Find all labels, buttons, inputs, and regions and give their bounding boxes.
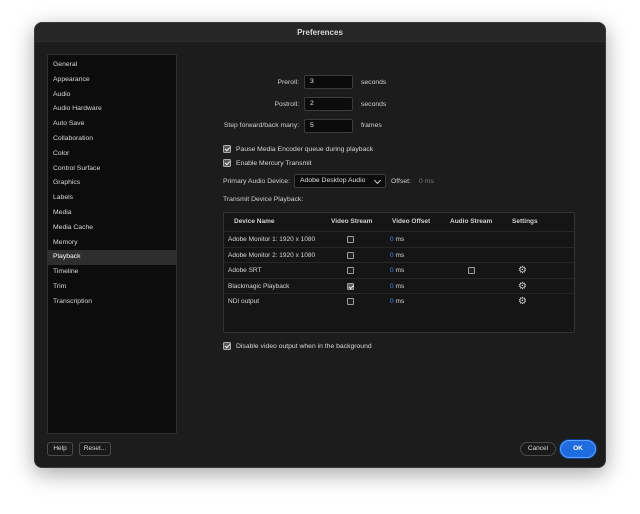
sidebar-item[interactable]: Appearance <box>48 73 176 88</box>
sidebar-item[interactable]: Timeline <box>48 265 176 280</box>
offset-label: Offset: <box>391 178 411 185</box>
device-name: NDI output <box>228 298 260 305</box>
postroll-unit: seconds <box>361 101 387 108</box>
disable-background-option[interactable]: Disable video output when in the backgro… <box>223 342 372 350</box>
video-offset[interactable]: 0 ms <box>390 248 404 263</box>
offset-value: 0 ms <box>419 178 434 185</box>
preferences-sidebar: General Appearance Audio Audio Hardware Auto… <box>47 54 177 434</box>
video-stream-checkbox[interactable] <box>347 298 354 305</box>
step-input[interactable]: 5 <box>304 119 353 133</box>
mercury-transmit-label: Enable Mercury Transmit <box>236 159 312 167</box>
gear-icon[interactable]: ⚙ <box>518 295 527 308</box>
preroll-input[interactable]: 3 <box>304 75 353 89</box>
col-settings: Settings <box>512 218 538 225</box>
mercury-transmit-checkbox[interactable] <box>223 159 231 167</box>
table-row: Blackmagic Playback 0 ms ⚙ <box>224 277 574 294</box>
video-offset-value[interactable]: 0 <box>390 298 394 305</box>
pause-encoder-option[interactable]: Pause Media Encoder queue during playbac… <box>223 145 373 153</box>
video-offset-value[interactable]: 0 <box>390 236 394 243</box>
table-header: Device Name Video Stream Video Offset Au… <box>224 213 574 231</box>
playback-panel: Preroll: 3 seconds Postroll: 2 seconds S… <box>190 54 600 434</box>
table-row: Adobe SRT 0 ms ⚙ <box>224 262 574 278</box>
col-audio-stream: Audio Stream <box>450 218 493 225</box>
video-offset-value[interactable]: 0 <box>390 283 394 290</box>
sidebar-item[interactable]: Media <box>48 206 176 221</box>
col-device-name: Device Name <box>234 218 275 225</box>
sidebar-item[interactable]: Control Surface <box>48 162 176 177</box>
video-offset[interactable]: 0 ms <box>390 294 404 309</box>
audio-device-label: Primary Audio Device: <box>223 178 290 185</box>
video-offset-unit: ms <box>395 236 405 243</box>
sidebar-item[interactable]: Labels <box>48 191 176 206</box>
video-offset-unit: ms <box>395 267 405 274</box>
sidebar-item[interactable]: Color <box>48 147 176 162</box>
video-offset[interactable]: 0 ms <box>390 232 404 247</box>
cancel-button[interactable]: Cancel <box>520 442 556 456</box>
disable-background-checkbox[interactable] <box>223 342 231 350</box>
col-video-stream: Video Stream <box>331 218 373 225</box>
sidebar-item[interactable]: Audio Hardware <box>48 102 176 117</box>
pause-encoder-label: Pause Media Encoder queue during playbac… <box>236 145 374 153</box>
audio-device-select[interactable]: Adobe Desktop Audio <box>294 174 386 188</box>
audio-device-value: Adobe Desktop Audio <box>300 177 366 184</box>
video-stream-checkbox[interactable] <box>347 282 354 290</box>
preroll-unit: seconds <box>361 79 387 86</box>
sidebar-item[interactable]: Transcription <box>48 295 176 310</box>
video-offset[interactable]: 0 ms <box>390 279 404 294</box>
postroll-label: Postroll: <box>274 101 299 108</box>
col-video-offset: Video Offset <box>392 218 431 225</box>
step-label: Step forward/back many: <box>223 122 299 129</box>
audio-stream-checkbox[interactable] <box>468 267 475 274</box>
sidebar-item[interactable]: Graphics <box>48 176 176 191</box>
sidebar-item[interactable]: Audio <box>48 88 176 103</box>
postroll-input[interactable]: 2 <box>304 97 353 111</box>
device-name: Adobe Monitor 2: 1920 x 1080 <box>228 251 316 259</box>
sidebar-list: General Appearance Audio Audio Hardware Auto… <box>48 55 176 310</box>
video-stream-checkbox[interactable] <box>347 236 354 243</box>
video-stream-checkbox[interactable] <box>347 251 354 259</box>
help-button[interactable]: Help <box>47 442 73 456</box>
ok-button[interactable]: OK <box>560 440 596 458</box>
reset-button[interactable]: Reset... <box>79 442 111 456</box>
sidebar-item[interactable]: Collaboration <box>48 132 176 147</box>
sidebar-item[interactable]: Auto Save <box>48 117 176 132</box>
device-name: Blackmagic Playback <box>228 282 290 290</box>
preferences-dialog: Preferences General Appearance Audio Audio … <box>34 22 606 468</box>
video-offset-value[interactable]: 0 <box>390 252 394 259</box>
sidebar-item[interactable]: General <box>48 58 176 73</box>
gear-icon[interactable]: ⚙ <box>518 264 527 277</box>
video-offset-unit: ms <box>395 282 405 290</box>
video-offset-unit: ms <box>395 251 405 259</box>
pause-encoder-checkbox[interactable] <box>223 145 231 153</box>
device-name: Adobe Monitor 1: 1920 x 1080 <box>228 236 316 243</box>
preroll-label: Preroll: <box>277 79 299 86</box>
video-offset[interactable]: 0 ms <box>390 263 404 278</box>
table-row: Adobe Monitor 2: 1920 x 1080 0 ms <box>224 246 574 263</box>
table-row: NDI output 0 ms ⚙ <box>224 293 574 309</box>
sidebar-item[interactable]: Media Cache <box>48 221 176 236</box>
step-unit: frames <box>361 122 382 129</box>
chevron-down-icon <box>373 176 382 185</box>
transmit-device-table: Device Name Video Stream Video Offset Au… <box>223 212 575 333</box>
dialog-title: Preferences <box>35 23 605 42</box>
gear-icon[interactable]: ⚙ <box>518 280 527 293</box>
sidebar-item[interactable]: Memory <box>48 236 176 251</box>
video-offset-value[interactable]: 0 <box>390 267 394 274</box>
disable-background-label: Disable video output when in the backgro… <box>236 342 372 350</box>
video-offset-unit: ms <box>395 298 405 305</box>
table-row: Adobe Monitor 1: 1920 x 1080 0 ms <box>224 231 574 247</box>
transmit-title: Transmit Device Playback: <box>223 196 304 203</box>
device-name: Adobe SRT <box>228 267 262 274</box>
mercury-transmit-option[interactable]: Enable Mercury Transmit <box>223 159 312 167</box>
video-stream-checkbox[interactable] <box>347 267 354 274</box>
sidebar-item[interactable]: Playback <box>48 250 176 266</box>
sidebar-item[interactable]: Trim <box>48 280 176 295</box>
